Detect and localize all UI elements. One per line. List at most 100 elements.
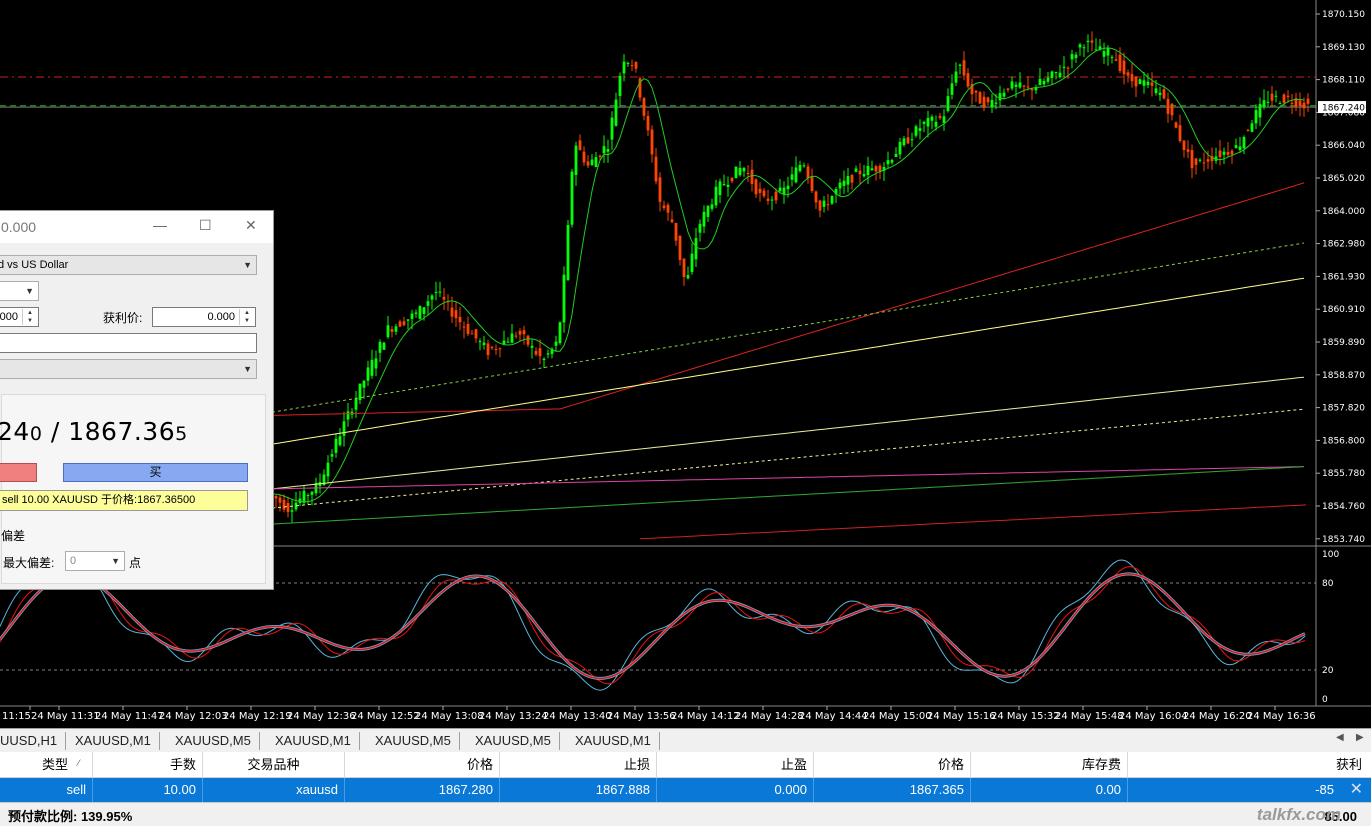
candle-body bbox=[630, 65, 634, 67]
symbol-select[interactable]: d vs US Dollar ▼ bbox=[0, 255, 257, 275]
max-deviation-select[interactable]: 0 ▼ bbox=[65, 551, 125, 571]
candle-body bbox=[274, 495, 278, 499]
chart-tab[interactable]: XAUUSD,M5 bbox=[467, 732, 560, 750]
trade-table: 类型 ⁄ 手数 交易品种 价格 止损 止盈 价格 库存费 获利 sell 10.… bbox=[0, 752, 1371, 802]
price-axis-label: 1864.000 bbox=[1322, 207, 1365, 217]
scroll-left-icon[interactable]: ◀ bbox=[1336, 732, 1344, 743]
close-icon[interactable]: ✕ bbox=[245, 217, 257, 234]
candle-body bbox=[1218, 150, 1222, 158]
candle-body bbox=[1022, 85, 1026, 87]
stop-loss-value: 000 bbox=[0, 311, 18, 323]
candle-body bbox=[958, 64, 962, 66]
candle-body bbox=[798, 164, 802, 172]
spinner-icon[interactable]: ▲ ▼ bbox=[239, 309, 254, 325]
header-cell[interactable]: 手数 bbox=[93, 752, 203, 778]
candle-body bbox=[854, 168, 858, 172]
ma-red-slow bbox=[639, 504, 1307, 540]
candle-body bbox=[842, 180, 846, 186]
time-axis-label: 24 May 16:36 bbox=[1247, 711, 1316, 722]
candle-body bbox=[750, 169, 754, 184]
candle-body bbox=[574, 145, 578, 175]
header-cell[interactable]: 价格 bbox=[345, 752, 500, 778]
order-type-select[interactable]: ▼ bbox=[0, 281, 39, 301]
take-profit-input[interactable]: 0.000 ▲ ▼ bbox=[152, 307, 256, 327]
candle-body bbox=[1078, 44, 1082, 48]
price-axis-label: 1858.870 bbox=[1322, 371, 1365, 381]
chart-tab[interactable]: XAUUSD,M1 bbox=[567, 732, 660, 750]
time-axis-label: 24 May 15:00 bbox=[863, 711, 932, 722]
candle-body bbox=[1174, 122, 1178, 128]
candle-body bbox=[838, 182, 842, 189]
status-bar: 预付款比例: 139.95% 85.00 talkfx.com bbox=[0, 802, 1371, 826]
chart-tab[interactable]: XAUUSD,M5 bbox=[367, 732, 460, 750]
candle-body bbox=[730, 177, 734, 182]
candle-body bbox=[1182, 140, 1186, 151]
take-profit-label: 获利价: bbox=[103, 311, 143, 325]
ma-magenta-line bbox=[271, 466, 1305, 490]
header-cell[interactable]: 获利 bbox=[1128, 752, 1368, 778]
candle-body bbox=[770, 199, 774, 201]
candle-body bbox=[282, 499, 286, 510]
candle-body bbox=[518, 330, 522, 335]
minimize-icon[interactable]: — bbox=[153, 217, 167, 233]
chart-tab[interactable]: XAUUSD,M1 bbox=[67, 732, 160, 750]
candle-body bbox=[558, 322, 562, 344]
candle-body bbox=[934, 121, 938, 127]
spinner-icon[interactable]: ▲ ▼ bbox=[22, 309, 37, 325]
comment-input[interactable] bbox=[0, 333, 257, 353]
candle-body bbox=[402, 321, 406, 326]
candle-body bbox=[410, 313, 414, 319]
header-cell[interactable]: 价格 bbox=[814, 752, 971, 778]
scroll-right-icon[interactable]: ▶ bbox=[1356, 732, 1364, 743]
table-row[interactable]: sell 10.00 xauusd 1867.280 1867.888 0.00… bbox=[0, 778, 1371, 802]
stop-loss-input[interactable]: 000 ▲ ▼ bbox=[0, 307, 39, 327]
close-position-icon[interactable]: ✕ bbox=[1350, 778, 1363, 802]
candle-body bbox=[522, 330, 526, 335]
order-dialog[interactable]: 0.000 — ☐ ✕ d vs US Dollar ▼ ▼ 000 ▲ ▼ 获利… bbox=[0, 210, 274, 590]
candle-body bbox=[422, 307, 426, 314]
candle-body bbox=[510, 333, 514, 343]
time-axis-label: 24 May 12:52 bbox=[351, 711, 420, 722]
order-kind-select[interactable]: ▼ bbox=[0, 359, 257, 379]
candle-body bbox=[1230, 150, 1234, 155]
candle-body bbox=[1134, 76, 1138, 87]
candle-body bbox=[1050, 71, 1054, 78]
chart-tab[interactable]: UUSD,H1 bbox=[0, 732, 67, 750]
candle-body bbox=[942, 116, 946, 123]
candle-body bbox=[386, 325, 390, 338]
candle-body bbox=[370, 359, 374, 376]
candle-body bbox=[494, 349, 498, 351]
price-axis-label: 1860.910 bbox=[1322, 305, 1365, 315]
candle-body bbox=[390, 329, 394, 332]
ma-red-line bbox=[271, 182, 1305, 416]
buy-button[interactable]: 买 bbox=[63, 463, 248, 482]
candle-body bbox=[830, 195, 834, 204]
candle-body bbox=[902, 138, 906, 146]
header-cell[interactable]: 交易品种 bbox=[203, 752, 345, 778]
candle-body bbox=[658, 177, 662, 202]
sell-button[interactable] bbox=[0, 463, 37, 482]
candle-body bbox=[1226, 152, 1230, 155]
candle-body bbox=[922, 121, 926, 124]
header-cell[interactable]: 止损 bbox=[500, 752, 657, 778]
candle-body bbox=[462, 326, 466, 328]
dialog-titlebar[interactable]: 0.000 — ☐ ✕ bbox=[0, 211, 273, 243]
candle-body bbox=[718, 181, 722, 196]
candle-body bbox=[790, 174, 794, 180]
candle-body bbox=[982, 96, 986, 108]
points-label: 点 bbox=[129, 556, 142, 570]
maximize-icon[interactable]: ☐ bbox=[199, 217, 212, 234]
candle-body bbox=[498, 348, 502, 350]
candle-body bbox=[622, 61, 626, 74]
candle-body bbox=[566, 224, 570, 280]
chart-tab[interactable]: XAUUSD,M5 bbox=[167, 732, 260, 750]
watermark-logo: talkfx.com bbox=[1256, 805, 1341, 824]
candle-body bbox=[506, 341, 510, 343]
chart-tab[interactable]: XAUUSD,M1 bbox=[267, 732, 360, 750]
candle-body bbox=[726, 184, 730, 188]
header-cell[interactable]: 止盈 bbox=[657, 752, 814, 778]
candle-body bbox=[1082, 47, 1086, 49]
header-cell[interactable]: 库存费 bbox=[971, 752, 1128, 778]
ma-dashed-green bbox=[271, 242, 1305, 413]
candle-body bbox=[802, 165, 806, 167]
